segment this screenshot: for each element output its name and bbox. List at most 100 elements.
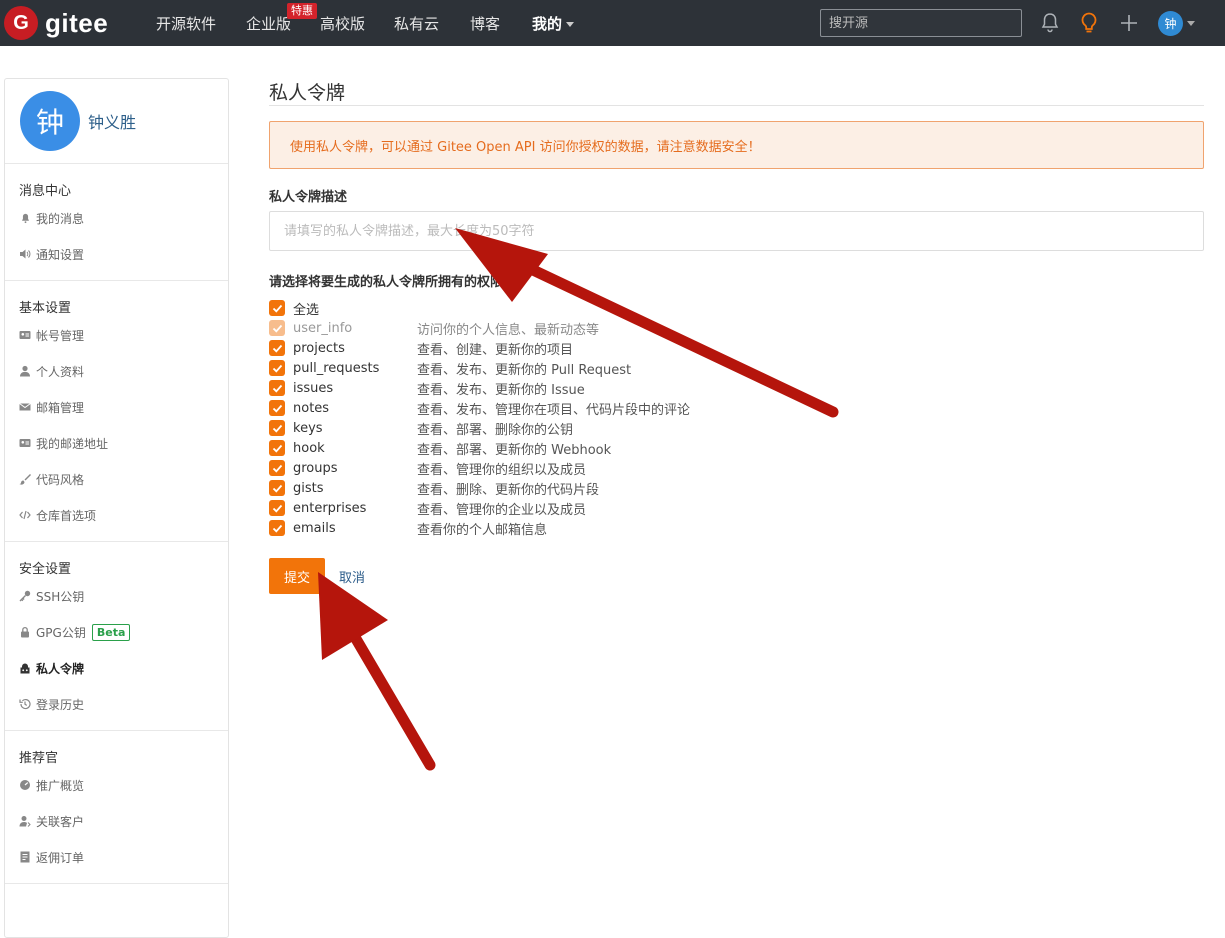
permission-checkbox[interactable] — [269, 500, 285, 516]
permission-checkbox[interactable] — [269, 360, 285, 376]
permission-row-gists: gists 查看、删除、更新你的代码片段 — [269, 478, 1204, 498]
token-description-label: 私人令牌描述 — [269, 190, 348, 205]
submit-button[interactable]: 提交 — [269, 558, 325, 594]
permission-row-keys: keys 查看、部署、删除你的公钥 — [269, 418, 1204, 438]
permission-description: 查看、发布、更新你的 Pull Request — [417, 362, 632, 378]
permission-list: 全选 user_info 访问你的个人信息、最新动态等 projects 查看、创建、… — [269, 298, 1204, 538]
permission-description: 访问你的个人信息、最新动态等 — [417, 322, 600, 338]
cancel-link[interactable]: 取消 — [339, 567, 365, 586]
search-input[interactable] — [820, 9, 1022, 37]
nav-private-cloud[interactable]: 私有云 — [394, 0, 439, 46]
permission-name: enterprises — [293, 500, 367, 516]
user-name[interactable]: 钟义胜 — [88, 109, 136, 133]
permission-description: 查看、创建、更新你的项目 — [417, 342, 574, 358]
permission-checkbox[interactable] — [269, 520, 285, 536]
nav-open-source[interactable]: 开源软件 — [156, 0, 216, 46]
token-description-input[interactable] — [269, 211, 1204, 251]
permission-checkbox[interactable] — [269, 420, 285, 436]
user-avatar[interactable]: 钟 — [1158, 11, 1183, 36]
sidebar-item-linked-customers[interactable]: 关联客户 — [5, 803, 228, 839]
section-basic-settings: 基本设置 帐号管理 个人资料 邮箱管理 我的邮递地址 代码风格 仓库首选项 — [5, 281, 228, 542]
permission-row-issues: issues 查看、发布、更新你的 Issue — [269, 378, 1204, 398]
sidebar-item-label: GPG公钥 — [36, 625, 86, 640]
permission-checkbox[interactable] — [269, 400, 285, 416]
section-title: 基本设置 — [19, 301, 72, 316]
select-all-label: 全选 — [293, 302, 320, 318]
nav-enterprise[interactable]: 企业版 — [246, 0, 291, 46]
permission-description: 查看、发布、更新你的 Issue — [417, 382, 585, 398]
speaker-icon — [19, 248, 31, 260]
nav-mine[interactable]: 我的 — [532, 0, 575, 46]
sidebar-item-label: 邮箱管理 — [36, 400, 85, 415]
sidebar-item-label: SSH公钥 — [36, 589, 85, 604]
permission-description: 查看、管理你的组织以及成员 — [417, 462, 587, 478]
permission-name: hook — [293, 440, 325, 456]
form-actions: 提交 取消 — [269, 558, 1204, 594]
permission-checkbox[interactable] — [269, 340, 285, 356]
permission-name: issues — [293, 380, 334, 396]
permission-name: pull_requests — [293, 360, 380, 376]
user-icon — [19, 365, 31, 377]
gitee-logo[interactable]: G gitee — [4, 6, 108, 40]
sidebar-item-label: 私人令牌 — [36, 661, 85, 676]
permission-description: 查看、删除、更新你的代码片段 — [417, 482, 600, 498]
avatar[interactable]: 钟 — [20, 91, 80, 151]
sidebar-item-label: 推广概览 — [36, 778, 85, 793]
permission-checkbox[interactable] — [269, 440, 285, 456]
lightbulb-icon[interactable] — [1077, 11, 1101, 35]
settings-sidebar: 钟 钟义胜 消息中心 我的消息 通知设置 基本设置 帐号管理 个人资料 邮箱管理 — [4, 78, 229, 938]
lock-icon — [19, 626, 31, 638]
section-message-center: 消息中心 我的消息 通知设置 — [5, 164, 228, 281]
sidebar-item-profile[interactable]: 个人资料 — [5, 353, 228, 389]
user-link-icon — [19, 815, 31, 827]
sidebar-item-code-style[interactable]: 代码风格 — [5, 461, 228, 497]
sidebar-item-login-history[interactable]: 登录历史 — [5, 686, 228, 722]
permission-row-pull-requests: pull_requests 查看、发布、更新你的 Pull Request — [269, 358, 1204, 378]
permission-row-select-all: 全选 — [269, 298, 1204, 318]
permission-row-emails: emails 查看你的个人邮箱信息 — [269, 518, 1204, 538]
permission-checkbox[interactable] — [269, 480, 285, 496]
sidebar-item-label: 我的消息 — [36, 211, 85, 226]
nav-blog[interactable]: 博客 — [470, 0, 500, 46]
sidebar-item-email[interactable]: 邮箱管理 — [5, 389, 228, 425]
plus-icon[interactable] — [1117, 11, 1141, 35]
permission-name: notes — [293, 400, 330, 416]
sidebar-item-repo-preferences[interactable]: 仓库首选项 — [5, 497, 228, 533]
permission-row-groups: groups 查看、管理你的组织以及成员 — [269, 458, 1204, 478]
page-title: 私人令牌 — [269, 78, 1204, 106]
section-title: 消息中心 — [19, 184, 72, 199]
gitee-logo-text: gitee — [45, 7, 109, 38]
sidebar-item-commission-orders[interactable]: 返佣订单 — [5, 839, 228, 875]
permission-row-hook: hook 查看、部署、更新你的 Webhook — [269, 438, 1204, 458]
sidebar-item-promotion-overview[interactable]: 推广概览 — [5, 767, 228, 803]
permission-description: 查看你的个人邮箱信息 — [417, 522, 548, 538]
bell-icon — [19, 212, 31, 224]
select-all-checkbox[interactable] — [269, 300, 285, 316]
permission-name: emails — [293, 520, 336, 536]
permission-checkbox — [269, 320, 285, 336]
sidebar-item-account[interactable]: 帐号管理 — [5, 317, 228, 353]
code-icon — [19, 509, 31, 521]
id-card-icon — [19, 329, 31, 341]
sidebar-item-my-messages[interactable]: 我的消息 — [5, 200, 228, 236]
sidebar-item-mailing-address[interactable]: 我的邮递地址 — [5, 425, 228, 461]
nav-education[interactable]: 高校版 — [320, 0, 365, 46]
sidebar-item-ssh-keys[interactable]: SSH公钥 — [5, 578, 228, 614]
sidebar-item-notification-settings[interactable]: 通知设置 — [5, 236, 228, 272]
permission-checkbox[interactable] — [269, 460, 285, 476]
sidebar-item-label: 关联客户 — [36, 814, 85, 829]
permission-checkbox[interactable] — [269, 380, 285, 396]
permission-name: groups — [293, 460, 338, 476]
token-icon — [19, 662, 31, 674]
chevron-down-icon[interactable] — [1187, 21, 1195, 26]
sidebar-item-private-token[interactable]: 私人令牌 — [5, 650, 228, 686]
security-notice: 使用私人令牌，可以通过 Gitee Open API 访问你授权的数据，请注意数… — [269, 121, 1204, 169]
bell-icon[interactable] — [1038, 11, 1062, 35]
sidebar-item-gpg-keys[interactable]: GPG公钥 Beta — [5, 614, 228, 650]
permission-description: 查看、部署、删除你的公钥 — [417, 422, 574, 438]
sidebar-item-label: 登录历史 — [36, 697, 85, 712]
permission-description: 查看、管理你的企业以及成员 — [417, 502, 587, 518]
section-security-settings: 安全设置 SSH公钥 GPG公钥 Beta 私人令牌 登录历史 — [5, 542, 228, 731]
order-icon — [19, 851, 31, 863]
permission-row-notes: notes 查看、发布、管理你在项目、代码片段中的评论 — [269, 398, 1204, 418]
